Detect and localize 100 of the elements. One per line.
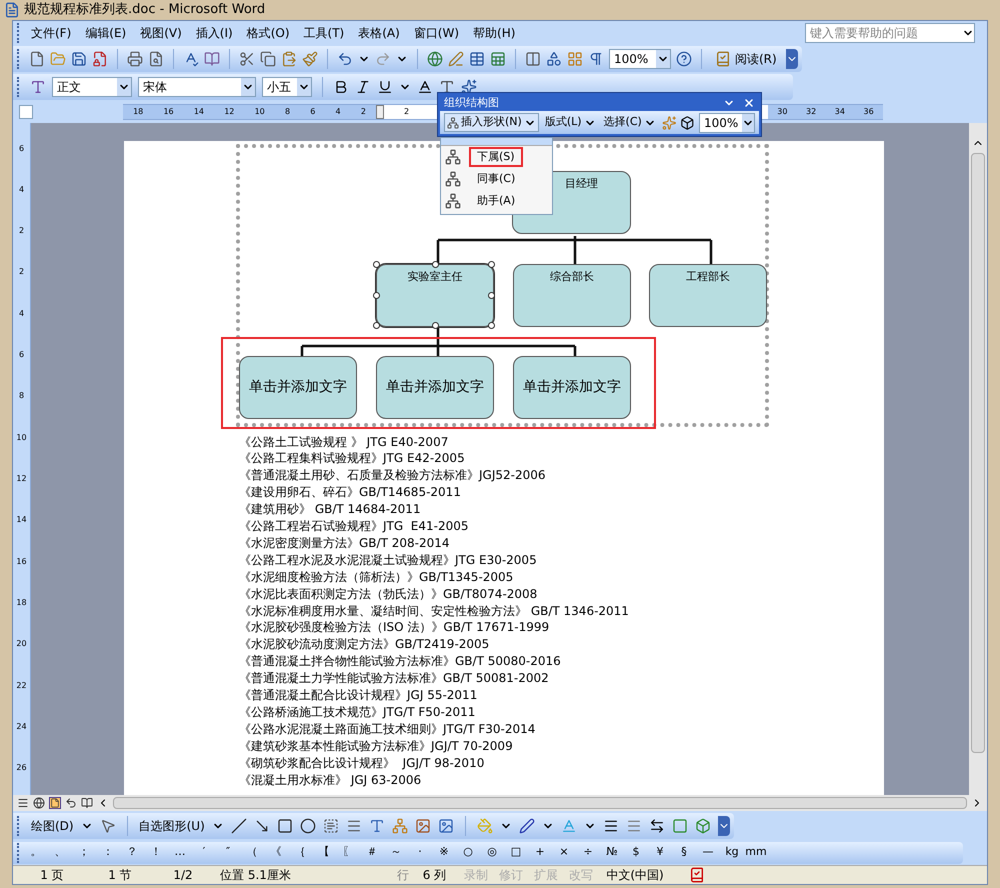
symbol-button[interactable]: № [600, 844, 624, 861]
symbol-button[interactable]: （ [240, 844, 264, 861]
web-view-icon[interactable] [33, 796, 45, 808]
cut-icon[interactable] [239, 50, 255, 66]
menu-item[interactable]: 视图(V) [133, 24, 189, 42]
arrow-icon[interactable] [254, 818, 270, 834]
paste-icon[interactable] [281, 50, 297, 66]
spreadsheet-icon[interactable] [490, 50, 506, 66]
hyperlink-icon[interactable] [427, 50, 443, 66]
symbol-button[interactable]: · [408, 844, 432, 861]
wordart-icon[interactable] [368, 818, 385, 834]
toolbar-menu-button[interactable]: 选择(C) [602, 114, 658, 131]
symbol-button[interactable]: + [528, 844, 552, 861]
symbol-button[interactable]: mm [744, 844, 768, 861]
character-border-icon[interactable] [417, 78, 433, 94]
read-button[interactable]: 阅读(R) [711, 50, 781, 68]
table-icon[interactable] [469, 50, 485, 66]
symbol-button[interactable]: ′ [192, 844, 216, 861]
horizontal-scrollbar[interactable] [113, 796, 967, 808]
arrow-style-icon[interactable] [648, 818, 665, 834]
menu-item[interactable]: 格式(O) [240, 24, 297, 42]
org-chart-node[interactable]: 综合部长 [513, 264, 631, 326]
symbol-button[interactable]: □ [504, 844, 528, 861]
org-chart-node[interactable]: 单击并添加文字 [239, 356, 357, 418]
three-d-style-icon[interactable] [694, 818, 711, 834]
symbol-button[interactable]: ○ [456, 844, 480, 861]
menu-item[interactable]: 插入(I) [188, 24, 240, 42]
format-painter-icon[interactable] [302, 50, 318, 66]
styles-icon[interactable] [30, 78, 46, 94]
pointer-icon[interactable] [100, 818, 116, 834]
spelling-status-icon[interactable] [689, 866, 705, 882]
menu-item[interactable]: 窗口(W) [406, 24, 466, 42]
permission-icon[interactable] [92, 50, 108, 66]
symbol-button[interactable]: ？ [120, 844, 144, 861]
tab-selector[interactable] [19, 104, 33, 118]
dropdown-field[interactable]: 小五 [262, 76, 312, 96]
diagram-icon[interactable] [392, 818, 408, 834]
columns-icon[interactable] [525, 50, 541, 66]
symbol-button[interactable]: ； [72, 844, 96, 861]
symbol-button[interactable]: ◎ [480, 844, 504, 861]
symbol-button[interactable]: ″ [216, 844, 240, 861]
dropdown-field[interactable]: 宋体 [138, 76, 256, 96]
menu-item[interactable]: 工具(T) [296, 24, 352, 42]
toolbar-menu-button[interactable]: 版式(L) [542, 114, 598, 131]
outline-view-icon[interactable] [65, 796, 77, 808]
menu-item[interactable]: 帮助(H) [466, 24, 522, 42]
undo-icon[interactable] [337, 50, 353, 66]
text-box-icon[interactable] [322, 818, 339, 834]
character-shading-icon[interactable] [439, 78, 455, 94]
reading-view-icon[interactable] [81, 796, 93, 808]
symbol-button[interactable]: ÷ [576, 844, 600, 861]
org-chart-node[interactable]: 实验室主任 [376, 264, 494, 326]
new-document-icon[interactable] [29, 50, 45, 66]
symbol-button[interactable]: 〖 [336, 844, 360, 861]
toolbar-options-icon[interactable] [786, 48, 798, 68]
symbol-button[interactable]: kg [720, 844, 744, 861]
symbol-button[interactable]: ～ [384, 844, 408, 861]
selection-handle[interactable] [373, 322, 380, 328]
symbol-button[interactable]: ｛ [288, 844, 312, 861]
pilcrow-icon[interactable] [588, 50, 604, 66]
symbol-button[interactable]: 、 [48, 844, 72, 861]
autoshapes-menu-button[interactable]: 自选图形(U) [138, 816, 205, 834]
dash-style-icon[interactable] [626, 818, 642, 834]
normal-view-icon[interactable] [17, 796, 29, 808]
scroll-thumb[interactable] [971, 152, 985, 752]
tables-borders-icon[interactable] [448, 50, 464, 66]
vertical-scrollbar[interactable] [969, 122, 987, 794]
drawing-icon[interactable] [546, 50, 562, 66]
phonetic-guide-icon[interactable] [461, 78, 477, 94]
draw-menu-button[interactable]: 绘图(D) [31, 816, 74, 834]
menu-item[interactable]: 表格(A) [351, 24, 407, 42]
symbol-button[interactable]: … [168, 844, 192, 861]
org-chart-node[interactable]: 单击并添加文字 [376, 356, 494, 418]
symbol-button[interactable]: § [672, 844, 696, 861]
close-icon[interactable] [743, 97, 755, 109]
dropdown-field[interactable]: 正文 [52, 76, 132, 96]
symbol-button[interactable]: ¥ [648, 844, 672, 861]
menu-item[interactable]: 下属(S) [469, 146, 523, 168]
clip-art-icon[interactable] [414, 818, 431, 834]
toolbar-menu-button[interactable]: 插入形状(N) [444, 113, 539, 132]
research-icon[interactable] [204, 50, 220, 66]
font-color-icon[interactable] [560, 818, 577, 834]
line-style-icon[interactable] [602, 818, 619, 834]
symbol-button[interactable]: ※ [432, 844, 456, 861]
print-icon[interactable] [127, 50, 143, 66]
dropdown-field[interactable]: 100% [698, 112, 755, 132]
indent-marker[interactable] [376, 104, 384, 118]
symbol-button[interactable]: ： [96, 844, 120, 861]
symbol-button[interactable]: × [552, 844, 576, 861]
fit-text-icon[interactable] [680, 114, 695, 130]
line-color-icon[interactable] [518, 818, 535, 834]
selection-handle[interactable] [488, 260, 495, 268]
symbol-button[interactable]: 【 [312, 844, 336, 861]
italic-icon[interactable] [355, 78, 371, 94]
dropdown-field[interactable]: 100% [609, 48, 671, 68]
symbol-button[interactable]: ！ [144, 844, 168, 861]
toolbar-options-icon[interactable] [718, 816, 730, 836]
selection-handle[interactable] [432, 260, 439, 268]
fill-color-icon[interactable] [476, 818, 493, 834]
menu-item[interactable]: 编辑(E) [78, 24, 134, 42]
